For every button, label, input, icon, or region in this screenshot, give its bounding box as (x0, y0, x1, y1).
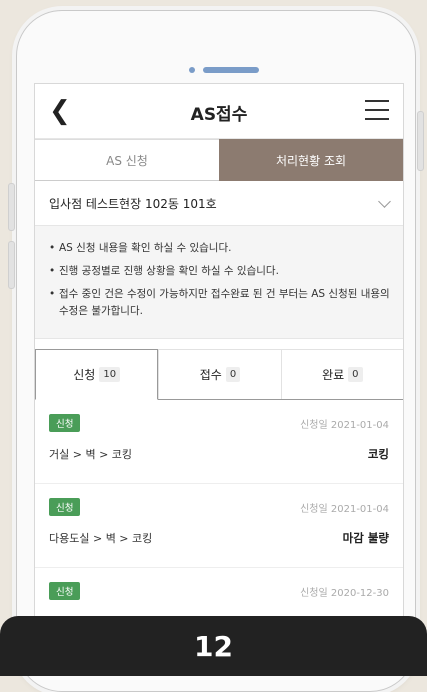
location-path: 거실 > 벽 > 코킹 (49, 448, 133, 461)
segment-status-check[interactable]: 처리현황 조회 (219, 139, 403, 181)
side-button-left-2 (8, 241, 15, 289)
status-badge: 신청 (49, 582, 81, 600)
notice-box: • AS 신청 내용을 확인 하실 수 있습니다. • 진행 공정별로 진행 상… (35, 226, 403, 339)
speaker-indicator (189, 67, 259, 73)
notice-item: • 접수 중인 건은 수정이 가능하지만 접수완료 된 건 부터는 AS 신청된… (49, 286, 391, 320)
page-number-bar: 12 (0, 616, 427, 676)
side-button-left-1 (8, 183, 15, 231)
status-badge: 신청 (49, 498, 81, 516)
chevron-down-icon (378, 194, 391, 208)
site-select[interactable]: 입사점 테스트현장 102동 101호 (35, 181, 403, 226)
page-title: AS접수 (190, 105, 248, 125)
status-tabs: 신청 10 접수 0 완료 0 (35, 349, 403, 400)
defect-type: 마감 불량 (342, 531, 389, 545)
camera-dot (189, 67, 195, 73)
list-item[interactable]: 신청 신청일 2021-01-04 다용도실 > 벽 > 코킹 마감 불량 (35, 484, 403, 568)
tab-label: 접수 (199, 368, 222, 382)
tab-label: 신청 (73, 368, 96, 382)
status-badge: 신청 (49, 414, 81, 432)
request-date: 신청일 2020-12-30 (300, 588, 389, 599)
hamburger-menu-icon[interactable] (365, 100, 389, 120)
tab-label: 완료 (322, 368, 345, 382)
request-date: 신청일 2021-01-04 (300, 420, 389, 431)
notice-bullet: • (49, 265, 56, 277)
speaker-pill (203, 67, 259, 73)
notice-bullet: • (49, 242, 56, 254)
tab-count-badge: 0 (225, 367, 241, 382)
location-path: 다용도실 > 벽 > 코킹 (49, 532, 153, 545)
notice-text: 접수 중인 건은 수정이 가능하지만 접수완료 된 건 부터는 AS 신청된 내… (59, 288, 390, 317)
as-request-list: 신청 신청일 2021-01-04 거실 > 벽 > 코킹 코킹 신청 신청일 … (35, 400, 403, 644)
segment-control: AS 신청 처리현황 조회 (35, 139, 403, 181)
tab-apply[interactable]: 신청 10 (35, 349, 159, 400)
list-item[interactable]: 신청 신청일 2021-01-04 거실 > 벽 > 코킹 코킹 (35, 400, 403, 484)
notice-text: 진행 공정별로 진행 상황을 확인 하실 수 있습니다. (59, 265, 279, 277)
side-button-right (417, 111, 424, 171)
defect-type: 코킹 (367, 447, 389, 461)
page-number: 12 (194, 629, 233, 663)
notice-item: • AS 신청 내용을 확인 하실 수 있습니다. (49, 240, 391, 257)
notice-bullet: • (49, 288, 56, 300)
notice-item: • 진행 공정별로 진행 상황을 확인 하실 수 있습니다. (49, 263, 391, 280)
tab-complete[interactable]: 완료 0 (280, 349, 403, 399)
tab-received[interactable]: 접수 0 (158, 349, 281, 399)
request-date: 신청일 2021-01-04 (300, 504, 389, 515)
site-select-value: 입사점 테스트현장 102동 101호 (49, 196, 217, 211)
tab-count-badge: 10 (99, 367, 121, 382)
app-screen: ❮ AS접수 AS 신청 처리현황 조회 입사점 테스트현장 102동 101호… (34, 83, 404, 645)
segment-as-apply[interactable]: AS 신청 (35, 139, 219, 181)
tab-count-badge: 0 (348, 367, 363, 382)
notice-text: AS 신청 내용을 확인 하실 수 있습니다. (59, 242, 232, 254)
top-bar: ❮ AS접수 (35, 84, 403, 139)
